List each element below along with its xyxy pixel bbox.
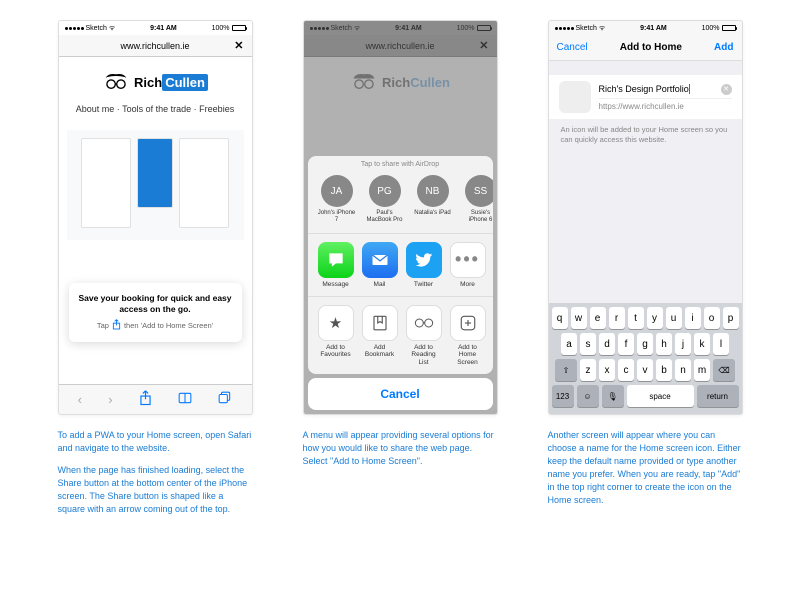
share-app[interactable]: Message [318,242,354,288]
keyboard: qwertyuiop asdfghjkl ⇧zxcvbnm⌫ 123 ☺ 🎙 s… [549,303,742,414]
page-content: RichCullen About me · Tools of the trade… [59,57,252,384]
key-123[interactable]: 123 [552,385,574,407]
key-e[interactable]: e [590,307,606,329]
key-i[interactable]: i [685,307,701,329]
step-3: Sketchᯤ 9:41 AM 100% Cancel Add to Home … [548,20,743,525]
add-home-navbar: Cancel Add to Home Add [549,35,742,61]
phone-screen-3: Sketchᯤ 9:41 AM 100% Cancel Add to Home … [548,20,743,415]
clear-icon[interactable]: ✕ [721,84,732,95]
app-row: MessageMailTwitter•••More [308,233,493,296]
key-h[interactable]: h [656,333,672,355]
wifi-icon: ᯤ [109,24,115,33]
status-bar: Sketchᯤ 9:41 AM 100% [59,21,252,35]
share-app[interactable]: •••More [450,242,486,288]
battery-icon [232,25,246,31]
key-mic[interactable]: 🎙 [602,385,624,407]
safari-toolbar: ‹ › [59,384,252,414]
share-action[interactable]: Add to Reading List [406,305,442,366]
key-o[interactable]: o [704,307,720,329]
key-f[interactable]: f [618,333,634,355]
key-delete[interactable]: ⌫ [713,359,735,381]
step-1: Sketchᯤ 9:41 AM 100% www.richcullen.ie ✕… [58,20,253,525]
form-area: Rich's Design Portfolio ✕ https://www.ri… [549,61,742,151]
airdrop-contact[interactable]: SSSusie's iPhone 6 [462,175,493,224]
address-bar[interactable]: www.richcullen.ie ✕ [59,35,252,57]
key-m[interactable]: m [694,359,710,381]
share-icon [112,319,121,332]
key-space[interactable]: space [627,385,694,407]
key-w[interactable]: w [571,307,587,329]
site-icon-placeholder [559,81,591,113]
share-action[interactable]: ★Add to Favourites [318,305,354,366]
key-z[interactable]: z [580,359,596,381]
share-app[interactable]: Twitter [406,242,442,288]
key-s[interactable]: s [580,333,596,355]
status-time: 9:41 AM [150,25,177,32]
carrier-label: Sketch [86,25,107,32]
bookmarks-icon[interactable] [178,391,192,408]
key-n[interactable]: n [675,359,691,381]
airdrop-hint: Tap to share with AirDrop [308,156,493,171]
add-button[interactable]: Add [714,42,733,53]
airdrop-contact[interactable]: PGPaul's MacBook Pro [366,175,404,224]
key-l[interactable]: l [713,333,729,355]
site-nav[interactable]: About me · Tools of the trade · Freebies [76,103,234,116]
navbar-title: Add to Home [620,42,682,53]
tabs-icon[interactable] [218,391,232,408]
back-icon[interactable]: ‹ [78,392,82,407]
airdrop-contact[interactable]: NBNatalia's iPad [414,175,452,224]
site-logo: RichCullen [102,71,208,93]
key-shift[interactable]: ⇧ [555,359,577,381]
share-app[interactable]: Mail [362,242,398,288]
share-action[interactable]: Add to Home Screen [450,305,486,366]
key-v[interactable]: v [637,359,653,381]
phone-screen-1: Sketchᯤ 9:41 AM 100% www.richcullen.ie ✕… [58,20,253,415]
forward-icon[interactable]: › [108,392,112,407]
key-k[interactable]: k [694,333,710,355]
status-bar: Sketchᯤ 9:41 AM 100% [549,21,742,35]
airdrop-row: JAJohn's iPhone 7 PGPaul's MacBook Pro NBN… [308,171,493,232]
phone-screen-2: Sketchᯤ 9:41 AM 100% www.richcullen.ie ✕… [303,20,498,415]
key-x[interactable]: x [599,359,615,381]
logo-face-icon [102,71,130,93]
caption-1: To add a PWA to your Home screen, open S… [58,429,253,525]
key-u[interactable]: u [666,307,682,329]
key-t[interactable]: t [628,307,644,329]
share-action[interactable]: Add Bookmark [362,305,398,366]
key-j[interactable]: j [675,333,691,355]
key-b[interactable]: b [656,359,672,381]
pwa-callout: Save your booking for quick and easy acc… [69,283,242,342]
key-c[interactable]: c [618,359,634,381]
url-display: https://www.richcullen.ie [599,102,732,111]
battery-pct: 100% [212,25,230,32]
key-return[interactable]: return [697,385,739,407]
callout-title: Save your booking for quick and easy acc… [77,293,234,315]
step-2: Sketchᯤ 9:41 AM 100% www.richcullen.ie ✕… [303,20,498,525]
key-p[interactable]: p [723,307,739,329]
name-input[interactable]: Rich's Design Portfolio [599,84,690,95]
stop-icon[interactable]: ✕ [234,39,243,52]
url-text: www.richcullen.ie [120,41,189,51]
key-y[interactable]: y [647,307,663,329]
key-q[interactable]: q [552,307,568,329]
key-emoji[interactable]: ☺ [577,385,599,407]
cancel-button[interactable]: Cancel [308,378,493,410]
key-d[interactable]: d [599,333,615,355]
share-button[interactable] [139,390,152,409]
mock-screens [67,130,244,240]
cancel-button[interactable]: Cancel [557,42,588,53]
key-a[interactable]: a [561,333,577,355]
airdrop-contact[interactable]: JAJohn's iPhone 7 [318,175,356,224]
share-sheet: Tap to share with AirDrop JAJohn's iPhon… [308,156,493,410]
tutorial-row: Sketchᯤ 9:41 AM 100% www.richcullen.ie ✕… [45,20,755,525]
key-r[interactable]: r [609,307,625,329]
action-row: ★Add to FavouritesAdd BookmarkAdd to Rea… [308,296,493,374]
caption-2: A menu will appear providing several opt… [303,429,498,477]
key-g[interactable]: g [637,333,653,355]
caption-3: Another screen will appear where you can… [548,429,743,516]
hint-text: An icon will be added to your Home scree… [549,119,742,151]
